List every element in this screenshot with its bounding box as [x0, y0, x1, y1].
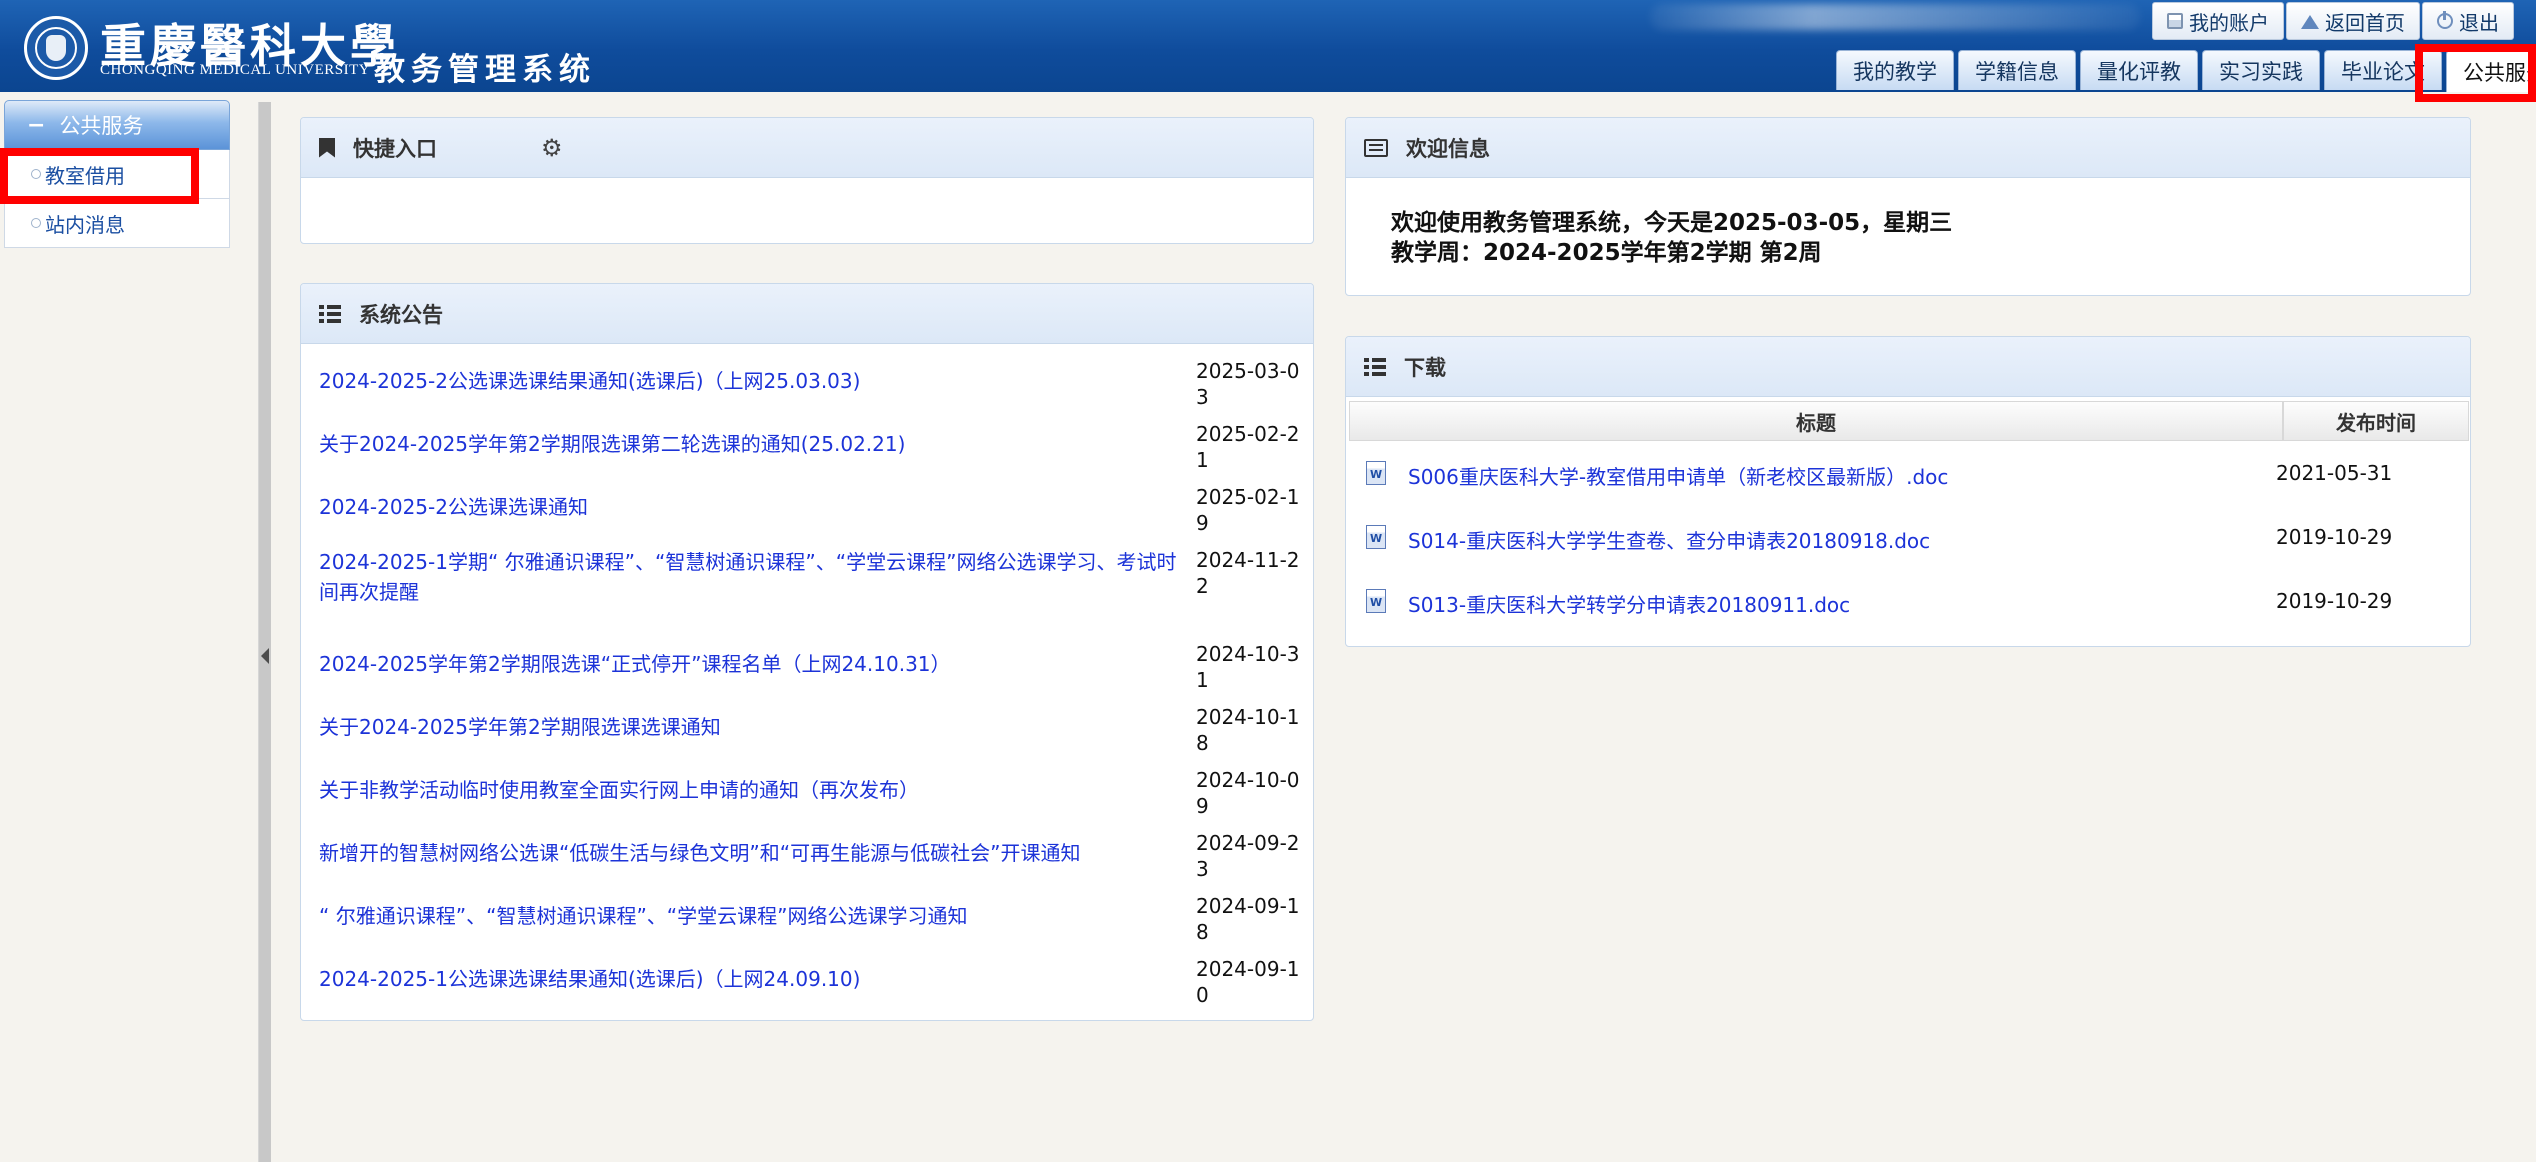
- announcement-date: 2025-03-03: [1196, 359, 1300, 409]
- welcome-panel: 欢迎信息 欢迎使用教务管理系统，今天是2025-03-05，星期三 教学周：20…: [1345, 117, 2471, 296]
- logout-label: 退出: [2459, 10, 2499, 35]
- download-link[interactable]: S014-重庆医科大学学生查卷、查分申请表20180918.doc: [1408, 525, 1930, 554]
- announcement-date: 2024-09-18: [1196, 894, 1300, 944]
- announcement-link[interactable]: 新增开的智慧树网络公选课“低碳生活与绿色文明”和“可再生能源与低碳社会”开课通知: [319, 838, 1189, 868]
- tab-internship-practice[interactable]: 实习实践: [2202, 50, 2320, 90]
- welcome-header: 欢迎信息: [1346, 118, 2470, 178]
- sidebar-item-label: 站内消息: [45, 212, 125, 237]
- sidebar-item-label: 教室借用: [45, 163, 125, 188]
- announcement-link[interactable]: 关于2024-2025学年第2学期限选课选课通知: [319, 712, 1189, 742]
- word-doc-icon: [1366, 589, 1386, 613]
- gear-icon[interactable]: ⚙: [541, 134, 563, 162]
- downloads-table-header: 标题 发布时间: [1349, 401, 2469, 441]
- tab-my-teaching[interactable]: 我的教学: [1836, 50, 1954, 90]
- blurred-user-info: [1650, 4, 2140, 30]
- word-doc-icon: [1366, 461, 1386, 485]
- logout-icon: [2437, 11, 2453, 29]
- logout-link[interactable]: 退出: [2422, 2, 2514, 40]
- column-header-title[interactable]: 标题: [1349, 401, 2283, 441]
- downloads-title: 下载: [1404, 355, 1446, 380]
- announcement-date: 2024-10-18: [1196, 705, 1300, 755]
- download-link[interactable]: S006重庆医科大学-教室借用申请单（新老校区最新版）.doc: [1408, 461, 1948, 490]
- university-seal-logo: [24, 16, 88, 80]
- tab-public-services[interactable]: 公共服务: [2446, 50, 2536, 92]
- quick-entry-title: 快捷入口: [353, 136, 437, 161]
- announcement-date: 2024-10-31: [1196, 642, 1300, 692]
- teaching-week-line: 教学周：2024-2025学年第2学期 第2周: [1391, 240, 1822, 266]
- word-doc-icon: [1366, 525, 1386, 549]
- welcome-date-line: 欢迎使用教务管理系统，今天是2025-03-05，星期三: [1391, 210, 1953, 236]
- quick-entry-header: 快捷入口 ⚙: [301, 118, 1313, 178]
- announcement-date: 2025-02-19: [1196, 485, 1300, 535]
- collapse-arrow-icon[interactable]: [261, 648, 269, 664]
- announcement-link[interactable]: 关于非教学活动临时使用教室全面实行网上申请的通知（再次发布）: [319, 775, 1189, 805]
- tab-teaching-evaluation[interactable]: 量化评教: [2080, 50, 2198, 90]
- announcements-title: 系统公告: [359, 302, 443, 327]
- announcement-link[interactable]: 2024-2025-2公选课选课通知: [319, 492, 1189, 522]
- sidebar-item-site-messages[interactable]: 站内消息: [4, 199, 230, 248]
- my-account-label: 我的账户: [2189, 10, 2269, 35]
- announcement-date: 2025-02-21: [1196, 422, 1300, 472]
- publish-date: 2019-10-29: [2276, 589, 2393, 613]
- download-link[interactable]: S013-重庆医科大学转学分申请表20180911.doc: [1408, 589, 1850, 618]
- sidebar-splitter[interactable]: [258, 102, 271, 1162]
- sidebar: − 公共服务 教室借用 站内消息: [4, 100, 230, 248]
- announcement-link[interactable]: 2024-2025-1公选课选课结果通知(选课后)（上网24.09.10): [319, 964, 1189, 994]
- quick-entry-panel: 快捷入口 ⚙: [300, 117, 1314, 244]
- announcement-link[interactable]: 2024-2025-2公选课选课结果通知(选课后)（上网25.03.03): [319, 366, 1189, 396]
- announcement-date: 2024-09-10: [1196, 957, 1300, 1007]
- return-home-label: 返回首页: [2325, 10, 2405, 35]
- top-links: 我的账户 返回首页 退出: [2152, 2, 2516, 42]
- downloads-header: 下载: [1346, 337, 2470, 397]
- announcement-link[interactable]: 2024-2025学年第2学期限选课“正式停开”课程名单（上网24.10.31）: [319, 649, 1189, 679]
- tab-graduation-thesis[interactable]: 毕业论文: [2324, 50, 2442, 90]
- tab-student-status[interactable]: 学籍信息: [1958, 50, 2076, 90]
- sidebar-section-header[interactable]: − 公共服务: [4, 100, 230, 150]
- message-icon: [1364, 138, 1388, 157]
- app-header: 重慶醫科大學 CHONGQING MEDICAL UNIVERSITY 教务管理…: [0, 0, 2536, 92]
- column-header-date[interactable]: 发布时间: [2283, 401, 2469, 441]
- bullet-icon: [31, 218, 41, 228]
- university-name-en: CHONGQING MEDICAL UNIVERSITY: [100, 62, 371, 78]
- welcome-body: 欢迎使用教务管理系统，今天是2025-03-05，星期三 教学周：2024-20…: [1391, 208, 1952, 268]
- table-row: S014-重庆医科大学学生查卷、查分申请表20180918.doc 2019-1…: [1346, 507, 2470, 571]
- announcement-link[interactable]: 关于2024-2025学年第2学期限选课第二轮选课的通知(25.02.21): [319, 429, 1189, 459]
- bullet-icon: [31, 169, 41, 179]
- announcement-date: 2024-09-23: [1196, 831, 1300, 881]
- home-icon: [2301, 13, 2319, 29]
- sidebar-item-classroom-booking[interactable]: 教室借用: [4, 150, 230, 199]
- table-row: S006重庆医科大学-教室借用申请单（新老校区最新版）.doc 2021-05-…: [1346, 443, 2470, 507]
- main-nav-tabs: 我的教学 学籍信息 量化评教 实习实践 毕业论文 公共服务: [1836, 50, 2536, 92]
- announcement-date: 2024-11-22: [1196, 548, 1300, 598]
- return-home-link[interactable]: 返回首页: [2286, 2, 2420, 40]
- list-icon: [1364, 357, 1386, 376]
- bookmark-icon: [319, 137, 335, 158]
- announcement-link[interactable]: “ 尔雅通识课程”、“智慧树通识课程”、“学堂云课程”网络公选课学习通知: [319, 901, 1189, 931]
- publish-date: 2019-10-29: [2276, 525, 2393, 549]
- announcements-panel: 系统公告 2024-2025-2公选课选课结果通知(选课后)（上网25.03.0…: [300, 283, 1314, 1021]
- announcement-link[interactable]: 2024-2025-1学期“ 尔雅通识课程”、“智慧树通识课程”、“学堂云课程”…: [319, 547, 1189, 607]
- collapse-icon: −: [27, 112, 46, 138]
- announcements-header: 系统公告: [301, 284, 1313, 344]
- account-icon: [2167, 13, 2183, 29]
- announcement-date: 2024-10-09: [1196, 768, 1300, 818]
- downloads-panel: 下载 标题 发布时间 S006重庆医科大学-教室借用申请单（新老校区最新版）.d…: [1345, 336, 2471, 647]
- list-icon: [319, 304, 341, 323]
- table-row: S013-重庆医科大学转学分申请表20180911.doc 2019-10-29: [1346, 571, 2470, 635]
- welcome-title: 欢迎信息: [1406, 136, 1490, 161]
- my-account-link[interactable]: 我的账户: [2152, 2, 2284, 40]
- sidebar-section-title: 公共服务: [59, 114, 144, 138]
- publish-date: 2021-05-31: [2276, 461, 2393, 485]
- system-title: 教务管理系统: [374, 52, 596, 88]
